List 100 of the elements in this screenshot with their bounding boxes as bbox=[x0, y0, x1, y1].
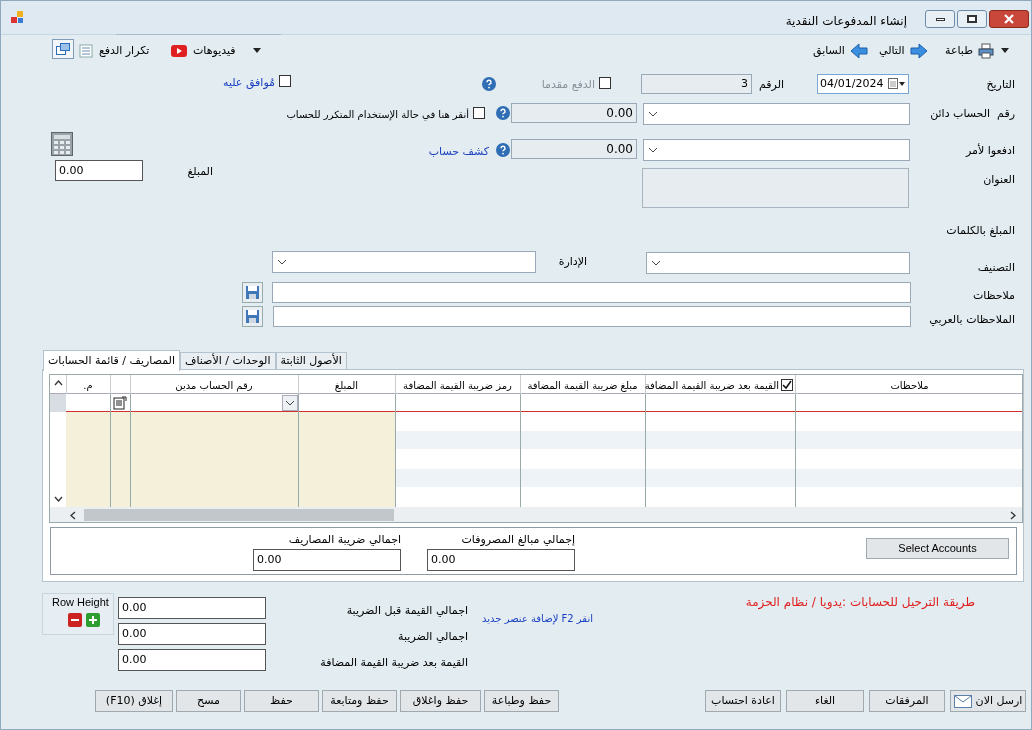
chevron-icon bbox=[277, 259, 287, 265]
row-height-label: Row Height bbox=[52, 595, 109, 610]
app-icon bbox=[11, 11, 25, 25]
column-header[interactable]: رمز ضريبة القيمة المضافة bbox=[395, 378, 520, 393]
dropdown-arrow-icon[interactable] bbox=[1001, 48, 1009, 53]
list-icon bbox=[79, 44, 93, 58]
action-button[interactable]: الغاء bbox=[786, 690, 864, 712]
action-button[interactable]: حفظ واغلاق bbox=[400, 690, 481, 712]
close-icon bbox=[1004, 14, 1014, 24]
column-header[interactable]: رقم الحساب مدين bbox=[130, 378, 298, 393]
action-button[interactable]: إغلاق (F10) bbox=[95, 690, 173, 712]
column-header[interactable]: مبلغ ضريبة القيمة المضافة bbox=[520, 378, 645, 393]
arabic-notes-label: الملاحظات بالعربي bbox=[929, 312, 1015, 328]
select-accounts-button[interactable]: Select Accounts bbox=[866, 538, 1009, 559]
notes-label: ملاحظات bbox=[973, 288, 1015, 304]
summary-label: القيمة بعد ضريبة القيمة المضافة bbox=[319, 654, 468, 671]
minimize-button[interactable] bbox=[925, 10, 955, 28]
print-button[interactable]: طباعة bbox=[945, 41, 994, 61]
tab[interactable]: الأصول الثابتة bbox=[275, 352, 347, 370]
left-arrow-icon bbox=[849, 43, 868, 59]
summary-field[interactable]: 0.00 bbox=[118, 623, 266, 645]
summary-label: اجمالي القيمة قبل الضريبة bbox=[345, 602, 468, 619]
posting-method-text: طريقة الترحيل للحسابات :يدويا / نظام الحزمة bbox=[744, 594, 975, 611]
column-header[interactable]: ملاحظات bbox=[795, 378, 1022, 393]
account-statement-link[interactable]: كشف حساب bbox=[419, 144, 489, 161]
videos-button[interactable]: فيديوهات bbox=[171, 41, 236, 61]
save-icon[interactable] bbox=[242, 306, 263, 327]
action-button[interactable]: مسح bbox=[176, 690, 241, 712]
printer-icon bbox=[977, 43, 994, 59]
pay-to-balance-field: 0.00 bbox=[511, 139, 637, 159]
envelope-icon bbox=[953, 694, 972, 708]
scroll-right-icon[interactable] bbox=[1010, 511, 1016, 520]
repeat-payment-button[interactable]: تكرار الدفع bbox=[79, 41, 150, 61]
maximize-button[interactable] bbox=[957, 10, 987, 28]
window-toggle-button[interactable] bbox=[52, 39, 74, 59]
classification-label: التصنيف bbox=[977, 260, 1015, 276]
action-button[interactable]: اعادة احتساب bbox=[705, 690, 781, 712]
number-field[interactable]: 3 bbox=[641, 74, 752, 94]
window-title: إنشاء المدفوعات النقدية bbox=[785, 13, 907, 30]
arabic-notes-field[interactable] bbox=[273, 306, 911, 327]
previous-button[interactable]: السابق bbox=[813, 41, 868, 61]
windows-icon bbox=[56, 43, 70, 55]
action-button[interactable]: حفظ ومتابعة bbox=[322, 690, 397, 712]
amount-field[interactable]: 0.00 bbox=[55, 160, 143, 181]
approved-label: مُوافق عليه bbox=[222, 75, 275, 91]
action-button[interactable]: حفظ bbox=[244, 690, 319, 712]
scroll-left-icon[interactable] bbox=[70, 511, 76, 520]
advance-payment-label: الدفع مقدما bbox=[540, 77, 595, 93]
dropdown-arrow-icon[interactable] bbox=[253, 48, 261, 53]
total-expense-tax-field[interactable]: 0.00 bbox=[253, 549, 401, 571]
next-button[interactable]: التالي bbox=[879, 41, 928, 61]
hint-text: انقر F2 لإضافة عنصر جديد bbox=[481, 612, 593, 626]
save-icon[interactable] bbox=[242, 282, 263, 303]
scroll-up-icon[interactable] bbox=[54, 380, 63, 386]
column-header[interactable]: .م bbox=[66, 378, 110, 393]
close-button[interactable] bbox=[989, 10, 1029, 28]
row-details-icon[interactable] bbox=[113, 396, 127, 410]
summary-field[interactable]: 0.00 bbox=[118, 649, 266, 671]
scrollbar-thumb[interactable] bbox=[84, 509, 394, 521]
column-header[interactable]: القيمة بعد ضريبة القيمة المضافة bbox=[647, 377, 793, 393]
address-label: العنوان bbox=[983, 172, 1015, 188]
pay-to-label: ادفعوا لأمر bbox=[966, 143, 1015, 159]
chevron-icon bbox=[651, 260, 661, 266]
chevron-icon bbox=[648, 111, 658, 117]
plus-icon[interactable] bbox=[86, 613, 100, 627]
calendar-dropdown-icon bbox=[888, 78, 906, 90]
video-play-icon bbox=[171, 45, 187, 57]
repeat-use-label: أنقر هنا في حالة الإستخدام المتكرر للحساب bbox=[285, 107, 469, 122]
credit-account-label: رقم الحساب دائن bbox=[930, 106, 1015, 122]
date-label: التاريخ bbox=[986, 77, 1015, 93]
action-button[interactable]: حفظ وطباعة bbox=[484, 690, 559, 712]
select-column-checkbox[interactable] bbox=[781, 379, 793, 391]
chevron-icon bbox=[648, 147, 658, 153]
total-expense-tax-label: اجمالي ضريبة المصاريف bbox=[287, 532, 401, 548]
help-icon[interactable] bbox=[482, 77, 496, 91]
send-button[interactable]: ارسل الان bbox=[950, 690, 1026, 712]
amount-in-words-label: المبلغ بالكلمات bbox=[946, 223, 1015, 239]
total-expenses-field[interactable]: 0.00 bbox=[427, 549, 575, 571]
department-label: الإدارة bbox=[557, 254, 587, 270]
summary-field[interactable]: 0.00 bbox=[118, 597, 266, 619]
amount-label: المبلغ bbox=[186, 164, 213, 180]
tab[interactable]: الوحدات / الأصناف bbox=[180, 352, 276, 370]
right-arrow-icon bbox=[909, 43, 928, 59]
credit-balance-field: 0.00 bbox=[511, 103, 637, 123]
repeat-use-checkbox[interactable] bbox=[473, 107, 485, 119]
address-field[interactable] bbox=[642, 168, 909, 208]
action-button[interactable]: المرفقات bbox=[869, 690, 945, 712]
help-icon[interactable] bbox=[496, 143, 510, 157]
approved-checkbox[interactable] bbox=[279, 75, 291, 87]
calculator-icon[interactable] bbox=[51, 132, 73, 156]
scroll-down-icon[interactable] bbox=[54, 496, 63, 502]
help-icon[interactable] bbox=[496, 106, 510, 120]
number-label: الرقم bbox=[759, 77, 785, 93]
notes-field[interactable] bbox=[272, 282, 911, 303]
column-header[interactable]: المبلغ bbox=[298, 378, 395, 393]
minus-icon[interactable] bbox=[68, 613, 82, 627]
summary-label: اجمالي الضريبة bbox=[397, 628, 468, 645]
date-picker[interactable]: 04/01/2024 bbox=[817, 74, 909, 94]
total-expenses-label: إجمالي مبالغ المصروفات bbox=[460, 532, 575, 548]
tab[interactable]: المصاريف / قائمة الحسابات bbox=[43, 350, 180, 371]
